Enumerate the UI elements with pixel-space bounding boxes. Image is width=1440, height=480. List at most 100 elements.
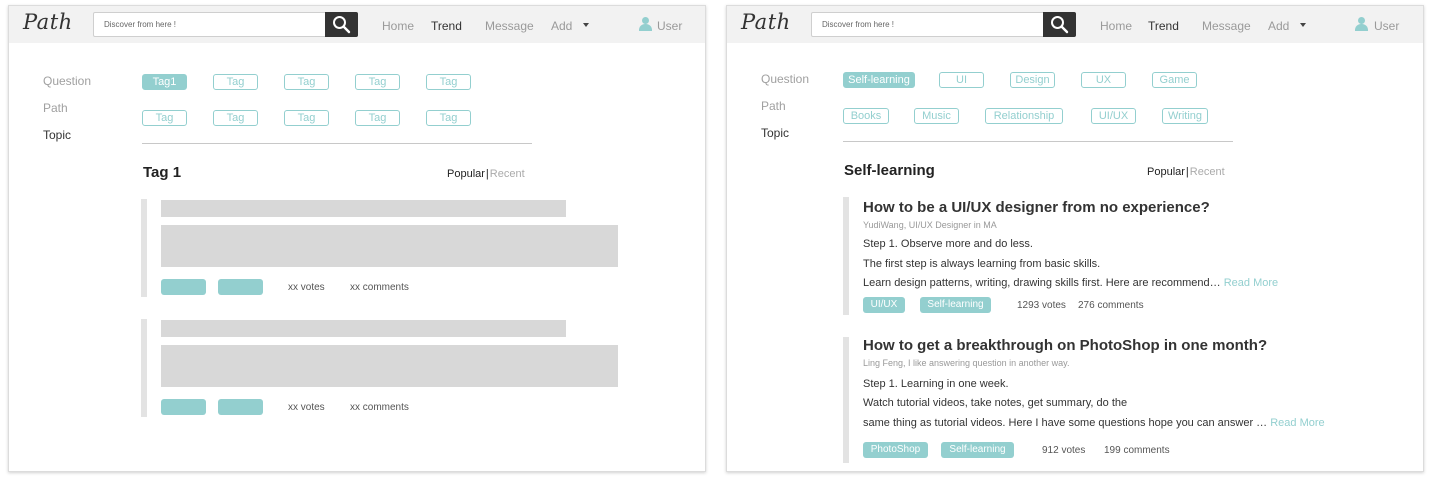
tag-placeholder[interactable] xyxy=(161,279,206,295)
post-tag[interactable]: Self-learning xyxy=(941,442,1014,458)
sort-toggle: Popular|Recent xyxy=(1147,166,1225,178)
tag-chip[interactable]: Tag xyxy=(284,110,329,126)
logo[interactable]: Path xyxy=(23,10,73,34)
user-icon[interactable] xyxy=(639,17,652,32)
tag-chip[interactable]: Tag xyxy=(426,110,471,126)
tag-chip[interactable]: Tag xyxy=(213,110,258,126)
nav-message[interactable]: Message xyxy=(1202,19,1251,33)
nav-home[interactable]: Home xyxy=(382,19,414,33)
post-author[interactable]: YudiWang, UI/UX Designer in MA xyxy=(863,220,997,230)
top-bar: Path Discover from here ! Home Trend Mes… xyxy=(9,6,705,43)
votes-count: 912 votes xyxy=(1042,445,1086,456)
post-body-line: The first step is always learning from b… xyxy=(863,258,1101,270)
tag-chip[interactable]: Design xyxy=(1010,72,1055,88)
section-title: Self-learning xyxy=(844,162,935,179)
tag-chip[interactable]: Music xyxy=(914,108,959,124)
sort-recent[interactable]: Recent xyxy=(1190,166,1225,178)
search-input[interactable]: Discover from here ! xyxy=(93,12,358,37)
post-accent-bar xyxy=(141,199,147,297)
votes-count: xx votes xyxy=(288,402,325,413)
post-title[interactable]: How to get a breakthrough on PhotoShop i… xyxy=(863,337,1267,354)
logo[interactable]: Path xyxy=(741,10,791,34)
tag-chip[interactable]: Writing xyxy=(1162,108,1208,124)
post-accent-bar xyxy=(843,337,849,463)
tag-chip[interactable]: UI/UX xyxy=(1091,108,1136,124)
post-author[interactable]: Ling Feng, I like answering question in … xyxy=(863,358,1069,368)
tag-chip[interactable]: UI xyxy=(939,72,984,88)
wireframe-panel: Path Discover from here ! Home Trend Mes… xyxy=(8,5,706,472)
search-button[interactable] xyxy=(1043,12,1076,37)
post-title-placeholder xyxy=(161,200,566,217)
tag-chip[interactable]: Game xyxy=(1152,72,1197,88)
sort-popular[interactable]: Popular xyxy=(1147,166,1185,178)
section-title: Tag 1 xyxy=(143,164,182,181)
post-tag[interactable]: UI/UX xyxy=(863,297,905,313)
post-body-line: Learn design patterns, writing, drawing … xyxy=(863,277,1279,289)
tag-chip[interactable]: Tag1 xyxy=(142,74,187,90)
user-icon[interactable] xyxy=(1355,17,1368,32)
post-accent-bar xyxy=(141,319,147,417)
comments-count[interactable]: xx comments xyxy=(350,282,409,293)
post-tag[interactable]: PhotoShop xyxy=(863,442,928,458)
tag-chip[interactable]: Tag xyxy=(142,110,187,126)
side-topic[interactable]: Topic xyxy=(43,128,71,142)
post-title-placeholder xyxy=(161,320,566,337)
post-title[interactable]: How to be a UI/UX designer from no exper… xyxy=(863,199,1210,216)
post-tag[interactable]: Self-learning xyxy=(920,297,991,313)
tag-placeholder[interactable] xyxy=(218,279,263,295)
post-body-line: Step 1. Observe more and do less. xyxy=(863,238,1033,250)
post-accent-bar xyxy=(843,197,849,315)
post-body-line: Step 1. Learning in one week. xyxy=(863,378,1009,390)
nav-add[interactable]: Add xyxy=(1268,19,1289,33)
sort-toggle: Popular|Recent xyxy=(447,168,525,180)
nav-message[interactable]: Message xyxy=(485,19,534,33)
votes-count: 1293 votes xyxy=(1017,300,1066,311)
nav-user[interactable]: User xyxy=(1374,19,1399,33)
search-icon xyxy=(1051,16,1069,34)
caret-down-icon[interactable] xyxy=(1300,23,1306,27)
search-button[interactable] xyxy=(325,12,358,37)
tag-chip[interactable]: Self-learning xyxy=(843,72,915,88)
nav-home[interactable]: Home xyxy=(1100,19,1132,33)
tag-chip[interactable]: Tag xyxy=(355,110,400,126)
tag-chip[interactable]: Relationship xyxy=(985,108,1063,124)
tag-chip[interactable]: Books xyxy=(843,108,889,124)
nav-user[interactable]: User xyxy=(657,19,682,33)
nav-add[interactable]: Add xyxy=(551,19,572,33)
side-question[interactable]: Question xyxy=(761,72,809,86)
nav-trend[interactable]: Trend xyxy=(1148,19,1179,33)
caret-down-icon[interactable] xyxy=(583,23,589,27)
detail-panel: Path Discover from here ! Home Trend Mes… xyxy=(726,5,1424,472)
post-body-placeholder xyxy=(161,345,618,387)
sort-recent[interactable]: Recent xyxy=(490,168,525,180)
comments-count[interactable]: 276 comments xyxy=(1078,300,1144,311)
sort-popular[interactable]: Popular xyxy=(447,168,485,180)
votes-count: xx votes xyxy=(288,282,325,293)
divider xyxy=(142,143,532,144)
top-bar: Path Discover from here ! Home Trend Mes… xyxy=(727,6,1423,43)
tag-chip[interactable]: Tag xyxy=(355,74,400,90)
post-body-line: Watch tutorial videos, take notes, get s… xyxy=(863,397,1128,409)
tag-chip[interactable]: Tag xyxy=(284,74,329,90)
search-placeholder: Discover from here ! xyxy=(822,20,895,29)
comments-count[interactable]: 199 comments xyxy=(1104,445,1170,456)
nav-trend[interactable]: Trend xyxy=(431,19,462,33)
divider xyxy=(843,141,1233,142)
side-path[interactable]: Path xyxy=(761,99,786,113)
read-more-link[interactable]: Read More xyxy=(1270,417,1324,429)
tag-chip[interactable]: UX xyxy=(1081,72,1126,88)
tag-chip[interactable]: Tag xyxy=(426,74,471,90)
side-path[interactable]: Path xyxy=(43,101,68,115)
side-topic[interactable]: Topic xyxy=(761,126,789,140)
tag-placeholder[interactable] xyxy=(161,399,206,415)
tag-chip[interactable]: Tag xyxy=(213,74,258,90)
post-body-placeholder xyxy=(161,225,618,267)
search-input[interactable]: Discover from here ! xyxy=(811,12,1076,37)
tag-placeholder[interactable] xyxy=(218,399,263,415)
read-more-link[interactable]: Read More xyxy=(1224,277,1278,289)
search-placeholder: Discover from here ! xyxy=(104,20,177,29)
search-icon xyxy=(333,16,351,34)
post-body-line: same thing as tutorial videos. Here I ha… xyxy=(863,417,1325,429)
side-question[interactable]: Question xyxy=(43,74,91,88)
comments-count[interactable]: xx comments xyxy=(350,402,409,413)
